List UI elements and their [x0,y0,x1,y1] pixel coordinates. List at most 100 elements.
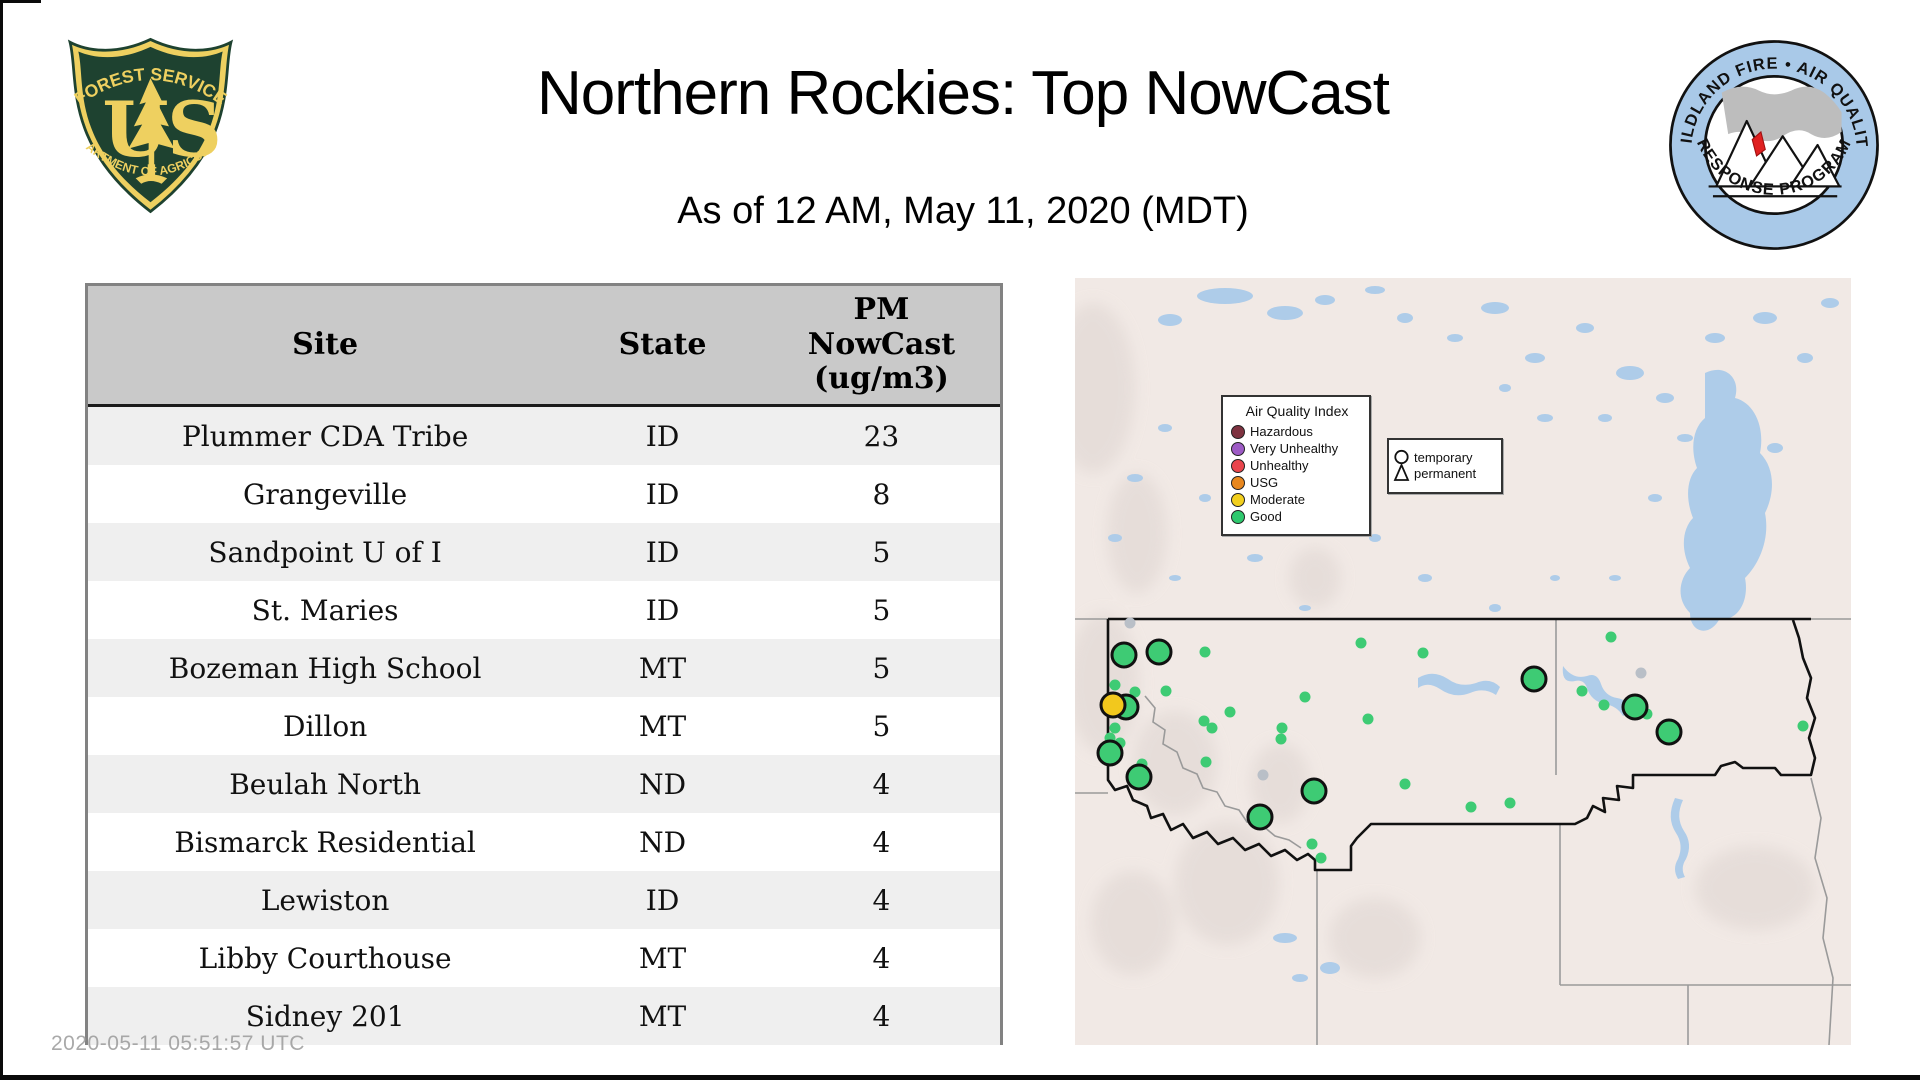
site-cell: Beulah North [229,767,422,801]
state-cell: ID [645,535,680,569]
state-cell: MT [638,651,687,685]
pm-value-cell: 5 [872,535,891,569]
state-cell: ID [645,883,680,917]
page-title: Northern Rockies: Top NowCast [537,59,1390,128]
aqi-legend-item: Hazardous [1231,424,1363,439]
monitor-marker-moderate [1099,691,1127,719]
pm-value-cell: 4 [872,883,891,917]
monitor-dot-good [1399,778,1411,790]
monitor-dot-good [1362,713,1374,725]
table-row: Libby Courthouse MT 4 [88,929,1000,987]
pm-value-cell: 23 [863,419,900,453]
table-row: St. Maries ID 5 [88,581,1000,639]
aqi-legend-label: Good [1250,509,1282,524]
monitor-marker-good [1246,803,1274,831]
state-cell: MT [638,999,687,1033]
column-header-state: State [562,286,763,407]
site-cell: Libby Courthouse [198,941,452,975]
column-header-pm-nowcast: PM NowCast (ug/m3) [762,286,1000,407]
site-cell: Plummer CDA Tribe [181,419,469,453]
monitor-dot-good [1275,733,1287,745]
pm-value-cell: 5 [872,593,891,627]
nowcast-table: Site State PM NowCast (ug/m3) Plummer CDA … [85,283,1003,1045]
monitor-dot-good [1315,852,1327,864]
monitor-marker-good [1145,638,1173,666]
site-cell: Dillon [283,709,368,743]
pm-value-cell: 5 [872,651,891,685]
state-cell: ID [645,477,680,511]
monitor-dot-good [1200,756,1212,768]
table-row: Sandpoint U of I ID 5 [88,523,1000,581]
aqi-legend-item: Unhealthy [1231,458,1363,473]
table-header-row: Site State PM NowCast (ug/m3) [88,286,1000,407]
state-cell: MT [638,941,687,975]
aqi-color-icon [1231,509,1245,524]
basemap [1075,278,1851,1045]
monitor-dot-good [1109,679,1121,691]
monitor-map: Air Quality Index Hazardous Very Unhealth… [1075,278,1851,1045]
site-cell: Bismarck Residential [174,825,476,859]
aqi-color-icon [1231,424,1245,439]
monitor-marker-good [1655,718,1683,746]
monitor-dot-good [1417,647,1429,659]
aqi-legend-item: Good [1231,509,1363,524]
site-cell: Sandpoint U of I [208,535,442,569]
monitor-dot-unknown [1124,617,1136,629]
aqi-color-icon [1231,441,1245,456]
monitor-marker-good [1096,739,1124,767]
monitor-dot-good [1605,631,1617,643]
monitor-marker-good [1520,665,1548,693]
state-cell: ND [639,825,687,859]
table-row: Bozeman High School MT 5 [88,639,1000,697]
timestamp-watermark: 2020-05-11 05:51:57 UTC [51,1032,305,1055]
monitor-dot-good [1355,637,1367,649]
monitor-dot-good [1465,801,1477,813]
monitor-marker-good [1621,693,1649,721]
monitor-marker-good [1125,763,1153,791]
aqi-color-icon [1231,492,1245,507]
site-cell: Bozeman High School [168,651,482,685]
aqi-color-icon [1231,458,1245,473]
aqi-legend-label: Moderate [1250,492,1305,507]
aqi-legend-label: Very Unhealthy [1250,441,1339,456]
monitor-marker-good [1110,641,1138,669]
monitor-dot-good [1276,722,1288,734]
pm-value-cell: 5 [872,709,891,743]
monitor-dot-unknown [1635,667,1647,679]
site-cell: Grangeville [243,477,408,511]
aqi-legend: Air Quality Index Hazardous Very Unhealth… [1221,395,1371,536]
aqi-legend-label: USG [1250,475,1279,490]
table-row: Grangeville ID 8 [88,465,1000,523]
aqi-legend-item: Very Unhealthy [1231,441,1363,456]
aqi-color-icon [1231,475,1245,490]
monitor-dot-good [1306,838,1318,850]
state-cell: ND [639,767,687,801]
wfaqrp-badge-icon: WILDLAND FIRE • AIR QUALITY RESPONSE PRO… [1657,22,1879,250]
wfaqrp-logo: WILDLAND FIRE • AIR QUALITY RESPONSE PRO… [1657,22,1883,254]
aqi-legend-label: Unhealthy [1250,458,1309,473]
monitor-dot-good [1224,706,1236,718]
monitor-dot-good [1797,720,1809,732]
monitor-dot-good [1598,699,1610,711]
pm-value-cell: 4 [872,999,891,1033]
monitor-dot-good [1206,722,1218,734]
site-cell: St. Maries [251,593,399,627]
permanent-label: permanent [1414,466,1477,481]
aqi-legend-item: USG [1231,475,1363,490]
monitor-marker-good [1300,777,1328,805]
aqi-legend-label: Hazardous [1250,424,1313,439]
temporary-permanent-icon [1393,449,1410,481]
frame-tick [3,0,41,3]
monitor-dot-good [1199,646,1211,658]
pm-value-cell: 8 [872,477,891,511]
table-row: Lewiston ID 4 [88,871,1000,929]
monitor-dot-good [1504,797,1516,809]
marker-type-legend: temporary permanent [1387,438,1503,494]
slide: FOREST SERVICE U S DEPARTMENT OF AGRICUL… [0,0,1920,1080]
state-cell: ID [645,419,680,453]
monitor-dot-good [1160,685,1172,697]
monitor-dot-good [1299,691,1311,703]
monitor-dot-unknown [1257,769,1269,781]
page-subtitle: As of 12 AM, May 11, 2020 (MDT) [677,190,1249,232]
pm-value-cell: 4 [872,941,891,975]
